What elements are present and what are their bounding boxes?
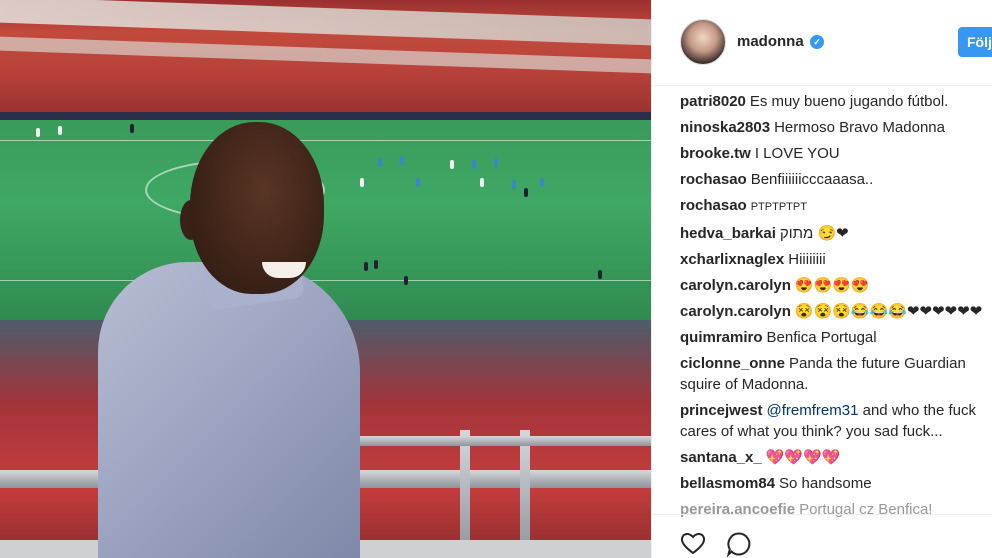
comment-username[interactable]: ninoska2803 xyxy=(680,119,770,136)
comment-item: ninoska2803 Hermoso Bravo Madonna xyxy=(680,117,985,138)
pitch-line xyxy=(0,140,651,141)
comment-item: brooke.tw I LOVE YOU xyxy=(680,143,985,164)
comment-text: 😍😍😍😍 xyxy=(794,277,870,294)
player-figure xyxy=(540,178,544,187)
player-figure xyxy=(374,260,378,269)
post-header: madonna ✓ Följ xyxy=(652,0,992,86)
comment-icon[interactable] xyxy=(726,531,752,557)
follow-button[interactable]: Följ xyxy=(958,27,992,57)
player-figure xyxy=(360,178,364,187)
comment-username[interactable]: santana_x_ xyxy=(680,449,762,466)
comment-text: Hermoso Bravo Madonna xyxy=(774,119,945,136)
comment-username[interactable]: quimramiro xyxy=(680,329,763,346)
comment-item: princejwest @fremfrem31 and who the fuck … xyxy=(680,400,985,442)
player-figure xyxy=(472,160,476,169)
player-figure xyxy=(378,158,382,167)
player-figure xyxy=(524,188,528,197)
comment-username[interactable]: bellasmom84 xyxy=(680,475,775,492)
comment-item: ciclonne_onne Panda the future Guardian s… xyxy=(680,353,985,395)
post-actions xyxy=(652,514,992,558)
rail-post xyxy=(520,430,530,558)
comment-item: quimramiro Benfica Portugal xyxy=(680,327,985,348)
player-figure xyxy=(404,276,408,285)
player-figure xyxy=(480,178,484,187)
avatar[interactable] xyxy=(680,19,726,65)
comment-item: bellasmom84 So handsome xyxy=(680,473,985,494)
comment-item: rochasao Benfiiiiiicccaaasa.. xyxy=(680,169,985,190)
player-figure xyxy=(400,156,404,165)
comment-text: מתוק 😏❤ xyxy=(779,225,849,242)
comment-text: Hiiiiiiii xyxy=(788,251,826,268)
comment-item: carolyn.carolyn 😍😍😍😍 xyxy=(680,275,985,296)
comment-username[interactable]: hedva_barkai xyxy=(680,225,776,242)
comment-text: Benfiiiiiicccaaasa.. xyxy=(750,171,874,188)
touch-line xyxy=(0,280,651,281)
comment-username[interactable]: rochasao xyxy=(680,171,747,188)
player-figure xyxy=(58,126,62,135)
player-figure xyxy=(512,180,516,189)
comment-username[interactable]: rochasao xyxy=(680,197,747,214)
comment-username[interactable]: carolyn.carolyn xyxy=(680,303,791,320)
comment-username[interactable]: ciclonne_onne xyxy=(680,355,785,372)
comment-text: Es muy bueno jugando fútbol. xyxy=(749,93,949,110)
post-username[interactable]: madonna xyxy=(737,33,804,50)
comment-username[interactable]: brooke.tw xyxy=(680,145,751,162)
comment-item: carolyn.carolyn 😵😵😵😂😂😂❤❤❤❤❤❤ xyxy=(680,301,985,322)
comment-item: hedva_barkai מתוק 😏❤ xyxy=(680,223,985,244)
player-figure xyxy=(598,270,602,279)
comment-username[interactable]: xcharlixnaglex xyxy=(680,251,784,268)
player-figure xyxy=(494,158,498,167)
post-photo[interactable] xyxy=(0,0,651,558)
post-sidebar: madonna ✓ Följ patri8020 Es muy bueno jug… xyxy=(651,0,992,558)
player-figure xyxy=(450,160,454,169)
comment-item: patri8020 Es muy bueno jugando fútbol. xyxy=(680,91,985,112)
comment-item: xcharlixnaglex Hiiiiiiii xyxy=(680,249,985,270)
comment-text: PTPTPTPT xyxy=(750,201,807,213)
comment-username[interactable]: princejwest xyxy=(680,402,763,419)
player-figure xyxy=(130,124,134,133)
player-figure xyxy=(364,262,368,271)
comment-text: Benfica Portugal xyxy=(766,329,877,346)
comment-mention[interactable]: @fremfrem31 xyxy=(767,402,859,419)
comment-text: So handsome xyxy=(779,475,872,492)
comment-text: 😵😵😵😂😂😂❤❤❤❤❤❤ xyxy=(794,303,983,320)
comment-username[interactable]: carolyn.carolyn xyxy=(680,277,791,294)
player-figure xyxy=(36,128,40,137)
comment-text: I LOVE YOU xyxy=(754,145,840,162)
comment-item: santana_x_ 💖💖💖💖 xyxy=(680,447,985,468)
rail-post xyxy=(460,430,470,558)
comment-text: 💖💖💖💖 xyxy=(765,449,841,466)
comment-list[interactable]: patri8020 Es muy bueno jugando fútbol. ni… xyxy=(680,91,992,519)
verified-badge-icon: ✓ xyxy=(810,35,824,49)
comment-item: rochasao PTPTPTPT xyxy=(680,195,985,218)
player-figure xyxy=(416,178,420,187)
comment-username[interactable]: patri8020 xyxy=(680,93,746,110)
heart-icon[interactable] xyxy=(680,531,706,555)
